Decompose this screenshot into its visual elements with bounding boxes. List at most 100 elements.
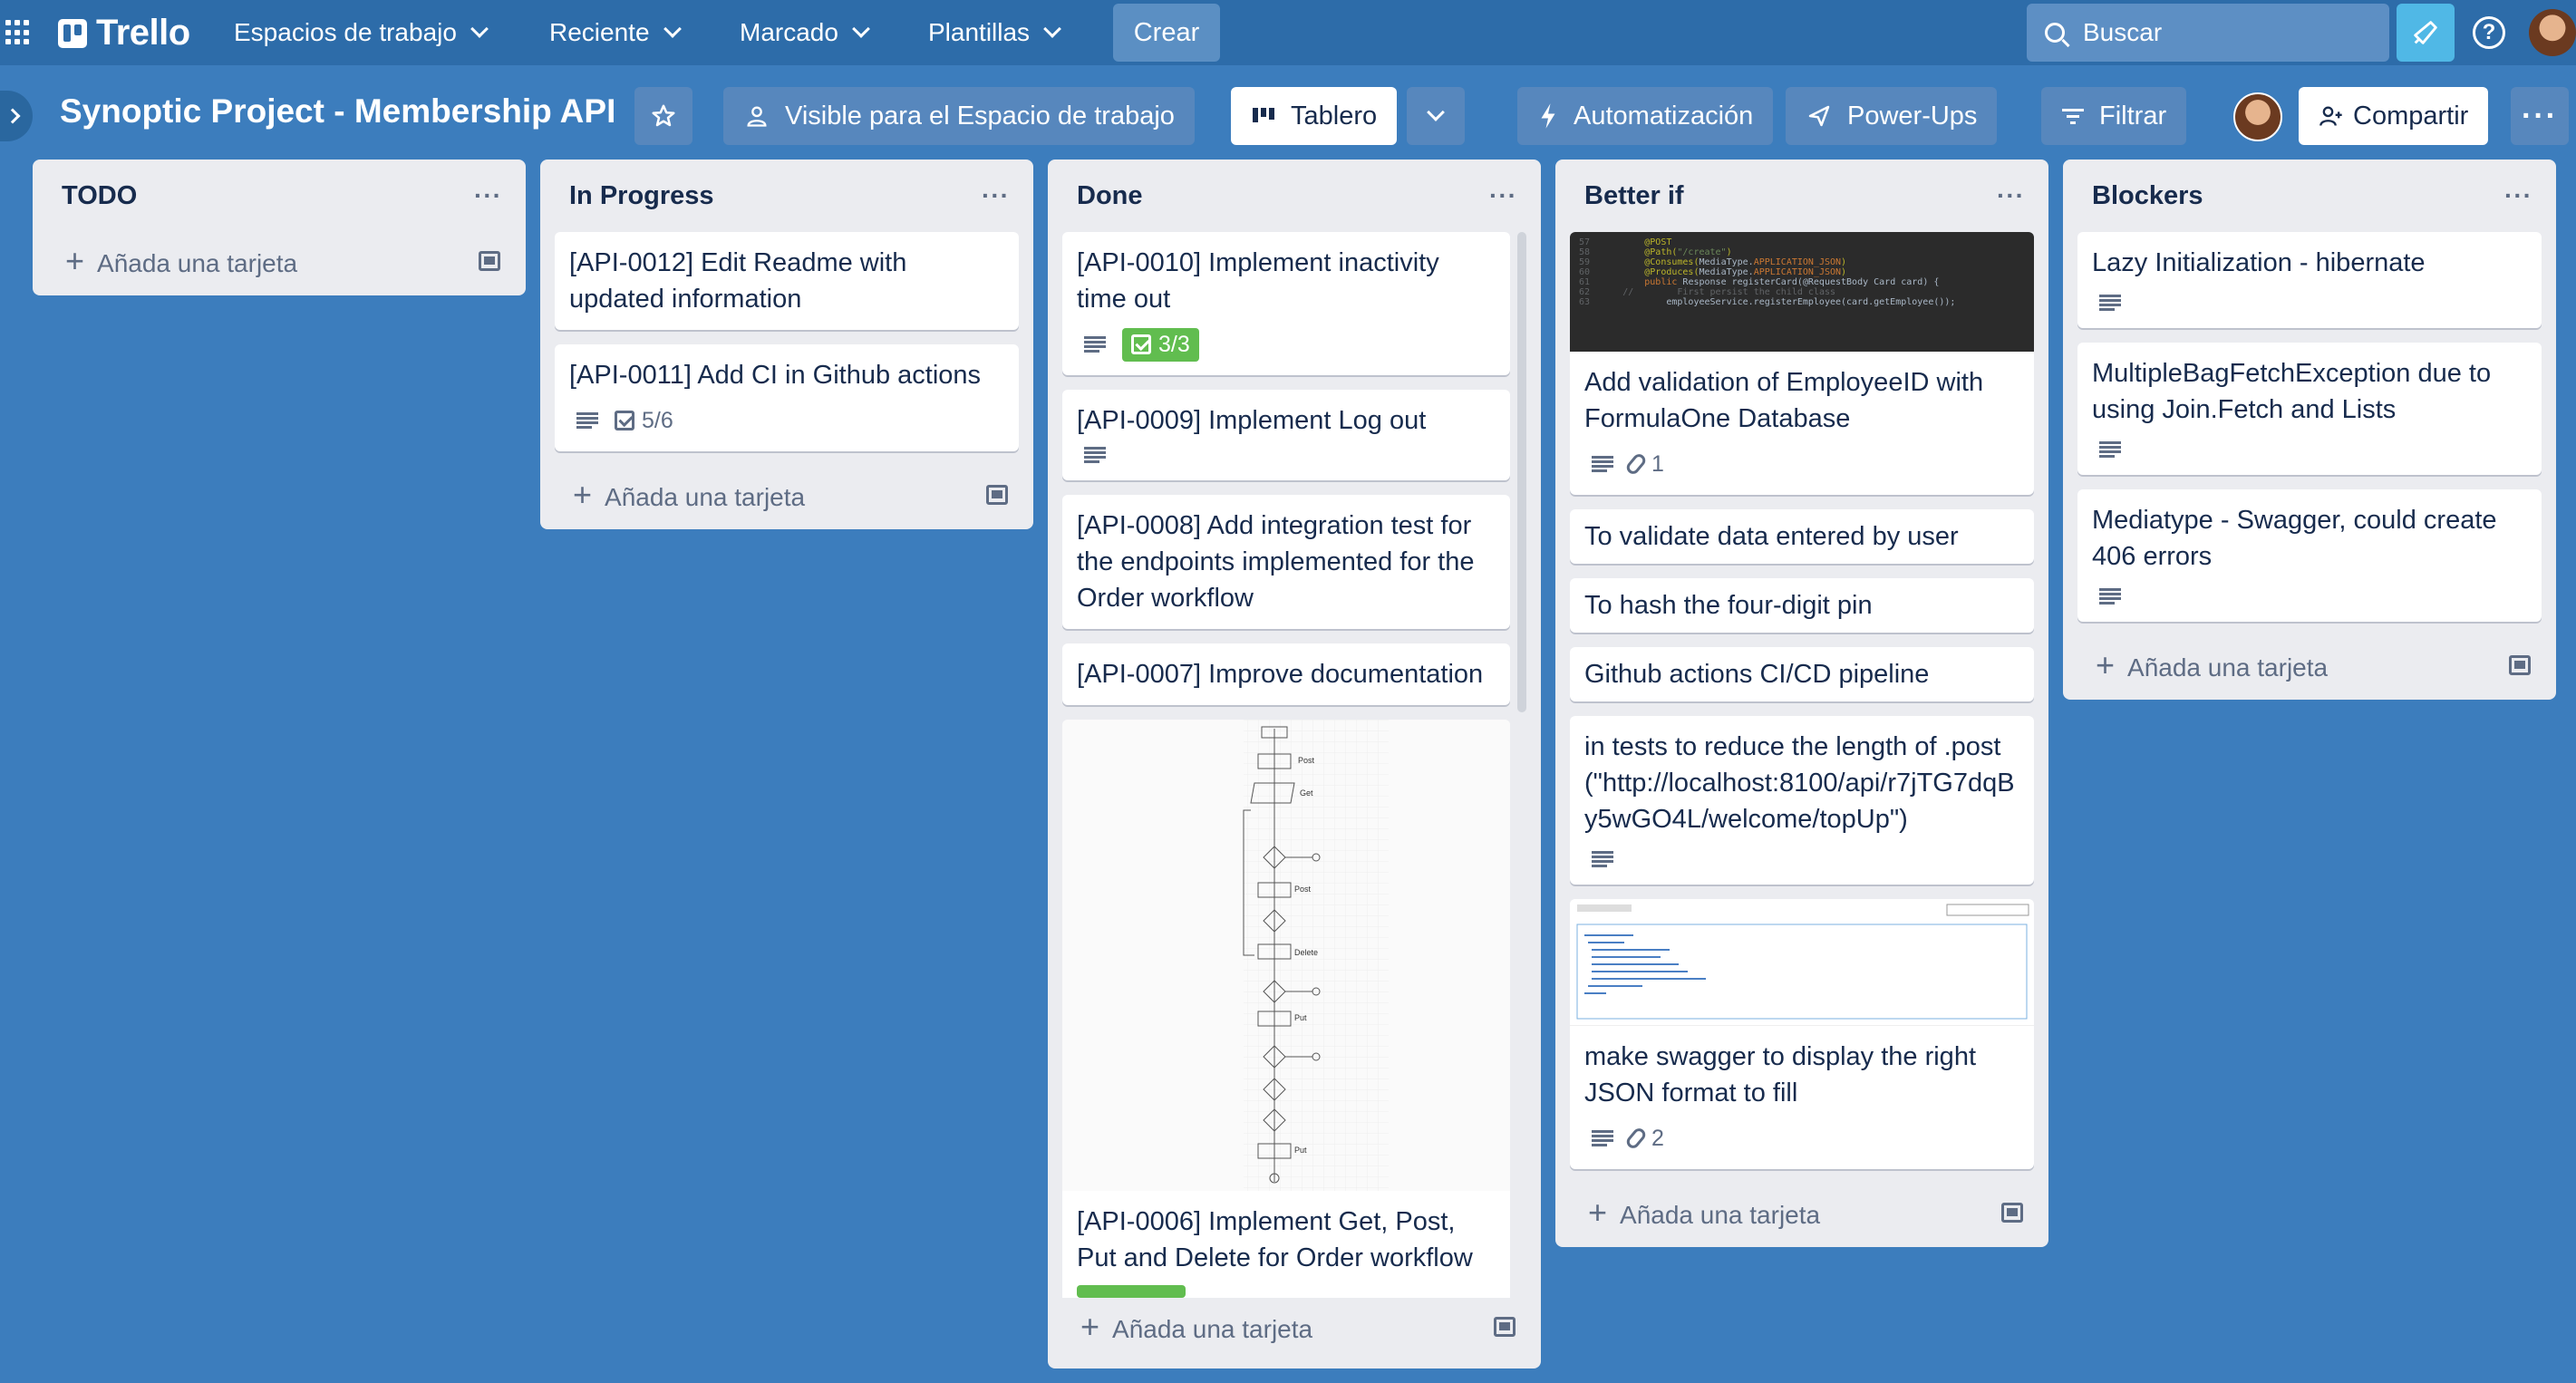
menu-templates[interactable]: Plantillas — [928, 15, 1061, 51]
checklist-icon — [615, 411, 634, 430]
card[interactable]: To hash the four-digit pin — [1570, 578, 2034, 633]
swagger-screenshot-cover — [1570, 899, 2034, 1026]
flowchart-diagram: Post Get Post Delete Put Put — [1243, 720, 1389, 1191]
plus-icon: + — [65, 242, 85, 279]
board-view-icon — [1253, 108, 1274, 122]
powerups-label: Power-Ups — [1847, 101, 1978, 131]
description-icon — [2099, 441, 2121, 458]
add-card-button[interactable]: + Añada una tarjeta — [33, 232, 526, 290]
list-scrollbar[interactable] — [1517, 232, 1526, 712]
list-menu-icon[interactable]: ··· — [1997, 181, 2025, 210]
card[interactable]: 57 @POST 58 @Path("/create") 59 @Consume… — [1570, 232, 2034, 495]
add-person-icon — [2319, 106, 2342, 126]
list-todo: TODO ··· + Añada una tarjeta — [33, 160, 526, 295]
list-title[interactable]: Done — [1077, 181, 1143, 211]
star-board-button[interactable] — [634, 87, 692, 145]
checklist-icon — [1131, 334, 1151, 354]
card-template-icon[interactable] — [986, 485, 1008, 505]
add-card-button[interactable]: + Añada una tarjeta — [540, 466, 1033, 524]
list-menu-icon[interactable]: ··· — [982, 181, 1010, 210]
card[interactable]: make swagger to display the right JSON f… — [1570, 899, 2034, 1169]
megaphone-icon — [2414, 21, 2437, 44]
view-board-label: Tablero — [1291, 101, 1378, 131]
description-icon — [576, 412, 598, 429]
paperclip-icon — [1623, 1126, 1649, 1151]
list-title[interactable]: In Progress — [569, 181, 714, 211]
description-icon — [1592, 1130, 1613, 1146]
board-menu-icon[interactable]: ··· — [2511, 87, 2569, 145]
card[interactable]: [API-0010] Implement inactivity time out… — [1062, 232, 1510, 375]
card[interactable]: [API-0011] Add CI in Github actions 5/6 — [555, 344, 1019, 451]
share-label: Compartir — [2353, 101, 2469, 131]
app-switcher-icon[interactable] — [5, 20, 31, 45]
list-menu-icon[interactable]: ··· — [1489, 181, 1517, 210]
chevron-right-icon — [5, 108, 21, 124]
people-icon — [747, 106, 767, 127]
card[interactable]: in tests to reduce the length of .post("… — [1570, 716, 2034, 885]
card-title: MultipleBagFetchException due to using J… — [2092, 359, 2492, 424]
card[interactable]: [API-0012] Edit Readme with updated info… — [555, 232, 1019, 330]
card[interactable]: To validate data entered by user — [1570, 509, 2034, 564]
card-title: [API-0007] Improve documentation — [1077, 660, 1484, 689]
member-avatar[interactable] — [2233, 92, 2282, 141]
card-title: Github actions CI/CD pipeline — [1584, 660, 1930, 689]
search-input[interactable]: Buscar — [2027, 4, 2389, 62]
card[interactable]: Github actions CI/CD pipeline — [1570, 647, 2034, 701]
notifications-button[interactable] — [2397, 4, 2455, 62]
automation-button[interactable]: Automatización — [1517, 87, 1774, 145]
attachment-count: 1 — [1651, 450, 1664, 477]
menu-recent[interactable]: Reciente — [549, 15, 682, 51]
add-card-label: Añada una tarjeta — [97, 249, 298, 277]
list-menu-icon[interactable]: ··· — [474, 181, 502, 210]
view-board-button[interactable]: Tablero — [1231, 87, 1398, 145]
card-template-icon[interactable] — [2001, 1203, 2023, 1223]
flowchart-cover-image: Post Get Post Delete Put Put — [1062, 720, 1510, 1191]
view-switcher-button[interactable] — [1407, 87, 1465, 145]
chevron-down-icon — [1043, 20, 1061, 38]
card-template-icon[interactable] — [2509, 655, 2531, 675]
card[interactable]: Lazy Initialization - hibernate — [2077, 232, 2542, 328]
board-header: Synoptic Project - Membership API Visibl… — [0, 65, 2576, 167]
filter-icon — [2062, 109, 2084, 124]
help-icon[interactable]: ? — [2473, 16, 2505, 49]
card[interactable]: Post Get Post Delete Put Put [API-0006] … — [1062, 720, 1510, 1298]
card[interactable]: [API-0008] Add integration test for the … — [1062, 495, 1510, 629]
trello-logo[interactable]: Trello — [58, 13, 190, 53]
list-menu-icon[interactable]: ··· — [2504, 181, 2532, 210]
board-title[interactable]: Synoptic Project - Membership API — [60, 92, 615, 131]
rocket-icon — [1808, 105, 1830, 127]
chevron-down-icon — [852, 20, 870, 38]
card[interactable]: [API-0007] Improve documentation — [1062, 643, 1510, 705]
card-title: Mediatype - Swagger, could create 406 er… — [2092, 506, 2497, 571]
menu-workspaces[interactable]: Espacios de trabajo — [234, 15, 489, 51]
card[interactable]: MultipleBagFetchException due to using J… — [2077, 343, 2542, 475]
lightning-icon — [1541, 103, 1555, 129]
visibility-button[interactable]: Visible para el Espacio de trabajo — [723, 87, 1195, 145]
list-blockers: Blockers ··· Lazy Initialization - hiber… — [2063, 160, 2556, 700]
list-title[interactable]: Better if — [1584, 181, 1684, 211]
json-editor-thumbnail — [1576, 904, 2029, 1020]
add-card-button[interactable]: + Añada una tarjeta — [2063, 636, 2556, 694]
menu-starred-label: Marcado — [740, 18, 838, 46]
menu-starred[interactable]: Marcado — [740, 15, 870, 51]
filter-button[interactable]: Filtrar — [2041, 87, 2187, 145]
card[interactable]: Mediatype - Swagger, could create 406 er… — [2077, 489, 2542, 622]
share-button[interactable]: Compartir — [2299, 87, 2489, 145]
attachments-badge: 2 — [1623, 1126, 1664, 1152]
flow-label-put: Put — [1294, 1013, 1307, 1022]
plus-icon: + — [2096, 646, 2116, 683]
create-button[interactable]: Crear — [1113, 4, 1220, 62]
list-title[interactable]: TODO — [62, 181, 137, 211]
add-card-button[interactable]: + Añada una tarjeta — [1555, 1184, 2048, 1242]
list-title[interactable]: Blockers — [2092, 181, 2203, 211]
sidebar-expand-button[interactable] — [0, 91, 33, 141]
checklist-count: 5/6 — [642, 407, 673, 433]
powerups-button[interactable]: Power-Ups — [1786, 87, 1998, 145]
card-template-icon[interactable] — [479, 251, 500, 271]
user-avatar[interactable] — [2529, 9, 2576, 56]
add-card-label: Añada una tarjeta — [1620, 1201, 1821, 1229]
card-template-icon[interactable] — [1494, 1317, 1516, 1337]
card-title: in tests to reduce the length of .post("… — [1584, 732, 2015, 834]
add-card-button[interactable]: + Añada una tarjeta — [1048, 1298, 1541, 1356]
card[interactable]: [API-0009] Implement Log out — [1062, 390, 1510, 480]
